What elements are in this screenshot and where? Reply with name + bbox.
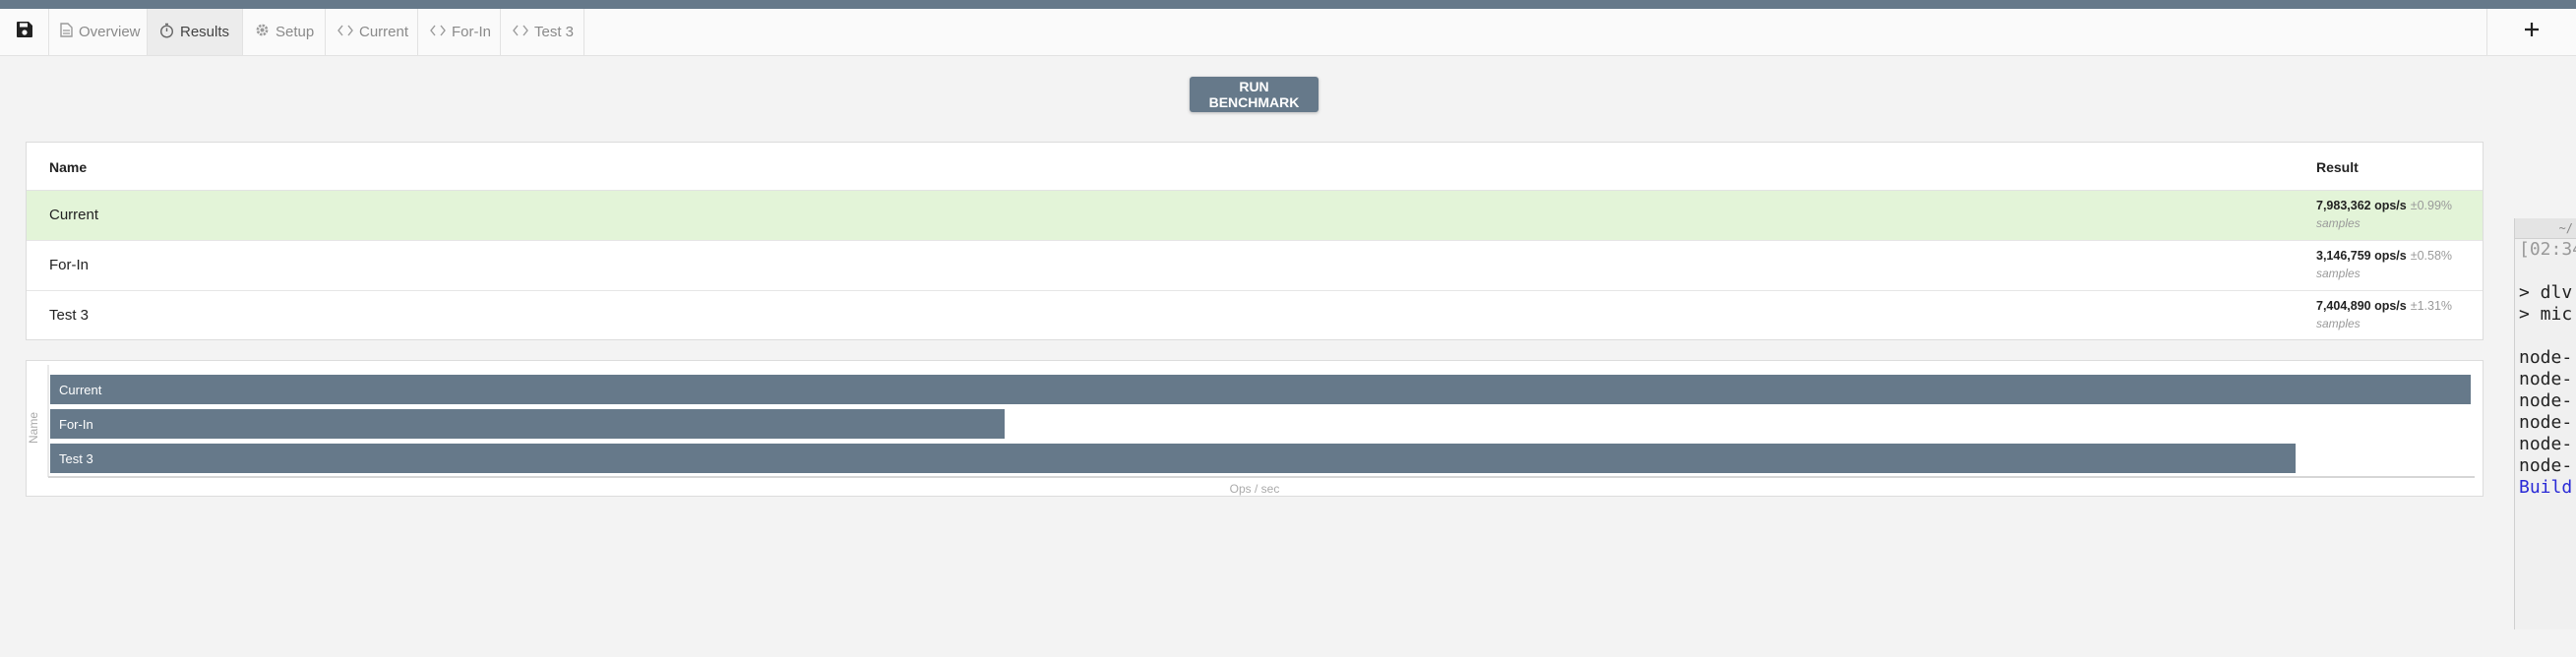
terminal-line: node- [2519,347,2573,368]
bar-current [50,375,2471,404]
row-name: Test 3 [49,307,90,324]
x-axis-label: Ops / sec [1230,482,1280,496]
tab-for-in[interactable]: For-In [418,9,501,55]
terminal-line: node- [2519,434,2573,454]
run-benchmark-button[interactable]: RUN BENCHMARK [1190,77,1319,112]
ops-value: 7,404,890 ops/s [2316,299,2407,313]
error-margin: ±0.58% [2410,249,2453,263]
gear-icon [255,23,276,41]
results-table: Name Result Current 7,983,362 ops/s ±0.99… [26,142,2484,340]
terminal-title: ~/ [2515,218,2576,239]
code-icon [430,24,452,40]
y-axis-label: Name [27,412,40,444]
row-result: 3,146,759 ops/s ±0.58% [2316,249,2452,263]
ops-chart: Name Current For-In Test 3 Ops / sec [26,360,2484,497]
samples-label: samples [2316,317,2361,330]
tab-label: Test 3 [534,24,575,40]
terminal-output: [02:34 > dlv> mic node-node-node-node-no… [2515,239,2576,499]
error-margin: ±0.99% [2410,199,2453,212]
terminal-line: [02:34 [2519,239,2576,260]
bar-label: For-In [59,417,93,432]
row-result: 7,983,362 ops/s ±0.99% [2316,199,2452,212]
tab-bar: Overview Results Setup Current For-In Te… [0,9,2576,56]
bar-label: Test 3 [59,451,93,466]
terminal-line: Build [2519,477,2573,498]
stopwatch-icon [159,23,180,42]
tab-label: Results [180,24,230,40]
table-row[interactable]: Test 3 7,404,890 ops/s ±1.31% samples [27,291,2483,341]
row-result: 7,404,890 ops/s ±1.31% [2316,299,2452,313]
row-name: Current [49,207,99,223]
samples-label: samples [2316,267,2361,280]
tab-results[interactable]: Results [148,9,243,55]
column-header-name: Name [49,159,88,175]
terminal-line: node- [2519,455,2573,476]
terminal-line: node- [2519,412,2573,433]
tab-label: Current [359,24,409,40]
save-button[interactable] [0,9,49,55]
tab-setup[interactable]: Setup [243,9,326,55]
terminal-window[interactable]: ~/ [02:34 > dlv> mic node-node-node-node… [2514,218,2576,629]
ops-value: 3,146,759 ops/s [2316,249,2407,263]
column-header-result: Result [2316,159,2359,175]
code-icon [337,24,359,40]
tab-current[interactable]: Current [326,9,418,55]
terminal-line: node- [2519,369,2573,389]
results-header: Name Result [27,143,2483,191]
plus-icon [2524,22,2540,42]
samples-label: samples [2316,216,2361,230]
bar-test-3 [50,444,2296,473]
bar-label: Current [59,383,102,397]
bar-for-in [50,409,1005,439]
save-icon [16,21,33,43]
row-name: For-In [49,257,90,273]
tab-test-3[interactable]: Test 3 [501,9,584,55]
tab-label: Setup [276,24,315,40]
tab-overview[interactable]: Overview [48,9,148,55]
add-test-button[interactable] [2486,9,2576,55]
error-margin: ±1.31% [2410,299,2453,313]
table-row[interactable]: For-In 3,146,759 ops/s ±0.58% samples [27,241,2483,291]
terminal-line: > dlv [2519,282,2573,303]
terminal-line: node- [2519,390,2573,411]
top-accent-strip [0,0,2576,9]
ops-value: 7,983,362 ops/s [2316,199,2407,212]
ops-chart-svg: Name Current For-In Test 3 Ops / sec [27,365,2475,496]
terminal-line: > mic [2519,304,2573,325]
code-icon [513,24,534,40]
tab-label: For-In [452,24,492,40]
document-icon [60,23,79,41]
table-row[interactable]: Current 7,983,362 ops/s ±0.99% samples [27,191,2483,241]
tab-label: Overview [79,24,141,40]
